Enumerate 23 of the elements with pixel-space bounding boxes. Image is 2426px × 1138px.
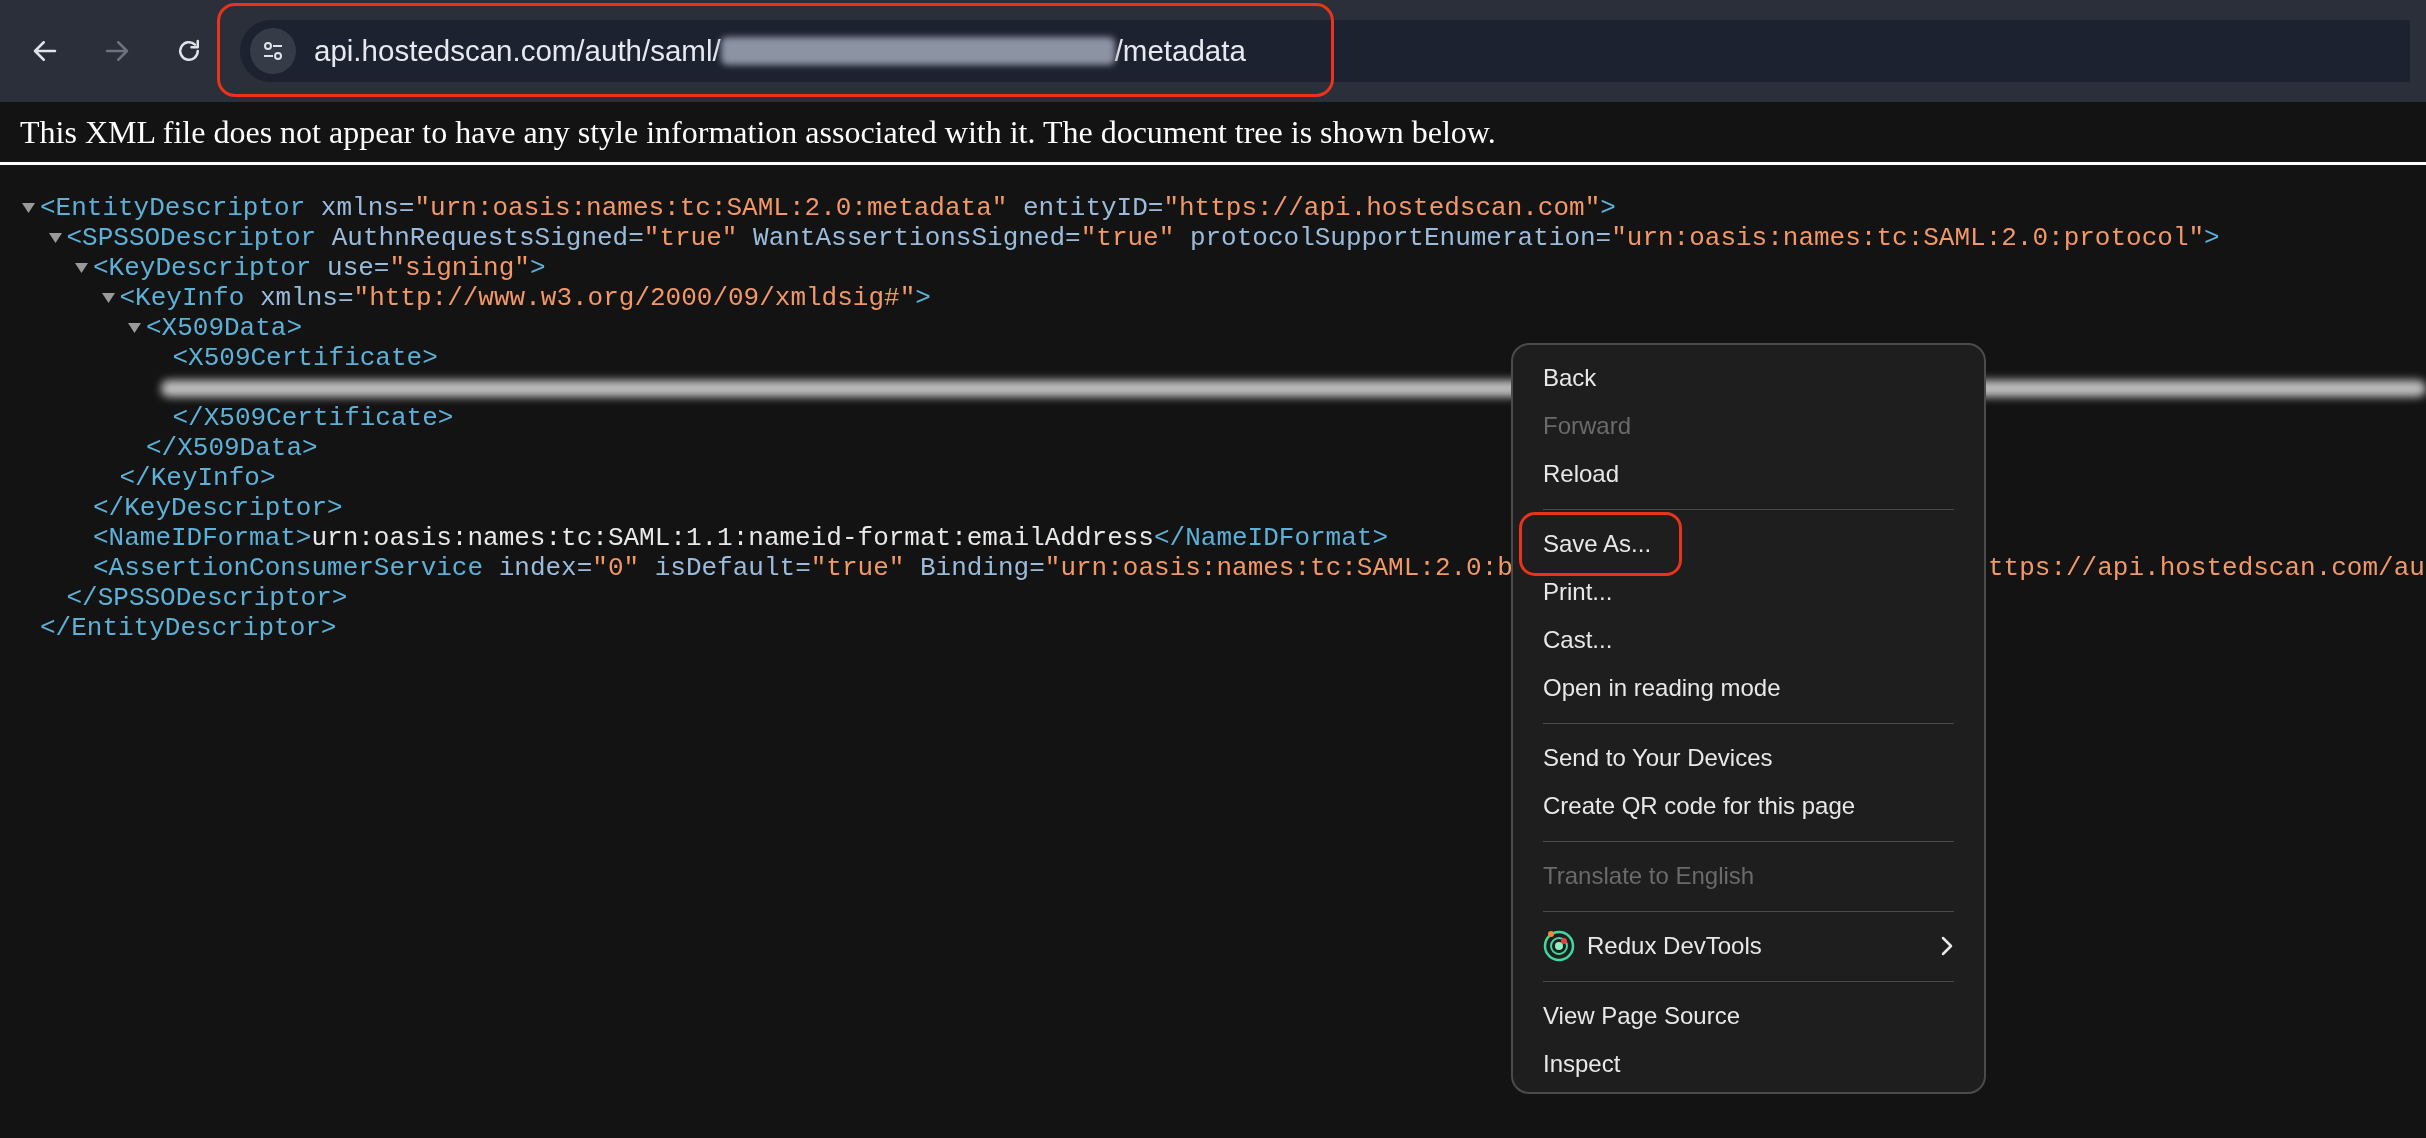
menu-item[interactable]: Open in reading mode xyxy=(1513,664,1984,712)
menu-item[interactable]: Print... xyxy=(1513,568,1984,616)
toggle-icon[interactable] xyxy=(75,262,88,274)
toggle-icon[interactable] xyxy=(48,232,62,244)
site-settings-icon[interactable] xyxy=(250,28,296,74)
toggle-icon[interactable] xyxy=(101,292,115,304)
menu-item[interactable]: Create QR code for this page xyxy=(1513,782,1984,830)
code-line: ttps://api.hostedscan.com/au xyxy=(1988,551,2425,585)
address-bar[interactable]: api.hostedscan.com/auth/saml/ /metadata xyxy=(240,20,2410,82)
url-text: api.hostedscan.com/auth/saml/ xyxy=(314,32,721,69)
url-text: /metadata xyxy=(1114,32,1246,69)
toggle-icon[interactable] xyxy=(22,202,35,214)
menu-item[interactable]: Back xyxy=(1513,354,1984,402)
menu-item[interactable]: Reload xyxy=(1513,450,1984,498)
toggle-icon[interactable] xyxy=(128,322,141,334)
menu-item[interactable]: Inspect xyxy=(1513,1040,1984,1088)
menu-item[interactable]: Send to Your Devices xyxy=(1513,734,1984,782)
menu-item[interactable]: Redux DevTools xyxy=(1513,922,1984,970)
devtools-icon xyxy=(1543,930,1575,962)
menu-item[interactable]: Save As... xyxy=(1513,520,1984,568)
menu-item[interactable]: Cast... xyxy=(1513,616,1984,664)
menu-item[interactable]: View Page Source xyxy=(1513,992,1984,1040)
notice-text: This XML file does not appear to have any style information associated with it. The document tree is shown below. xyxy=(20,113,1496,152)
